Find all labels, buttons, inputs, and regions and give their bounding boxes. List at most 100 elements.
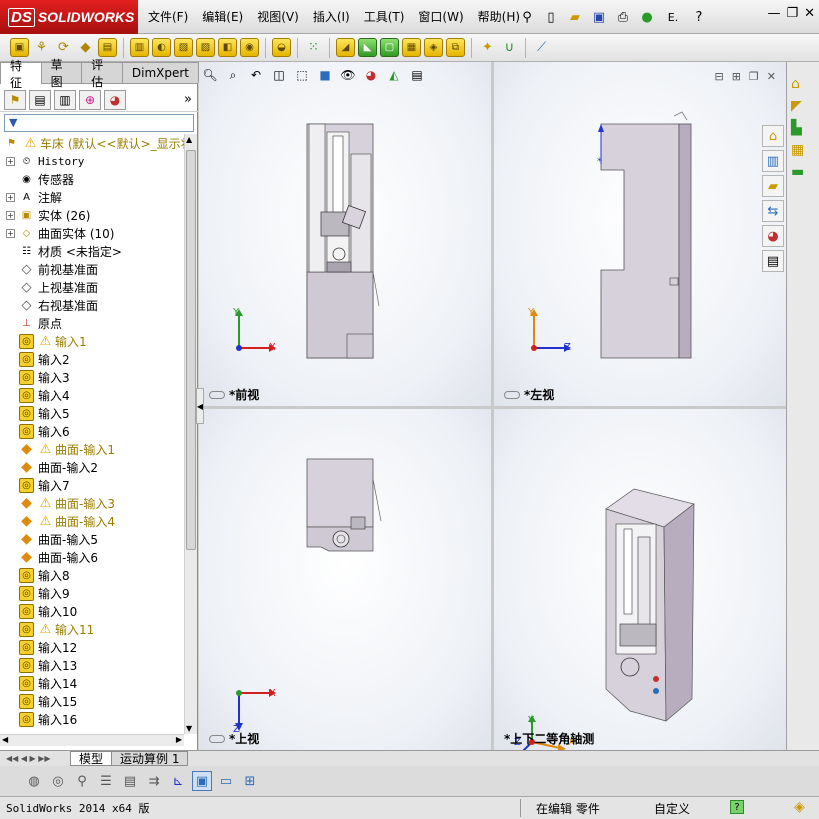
intersect-icon[interactable]: ◈ [424,38,443,57]
tab-nav-arrows[interactable]: ◀◀ ◀ ▶ ▶▶ [0,754,70,763]
wrap-icon[interactable]: ▦ [402,38,421,57]
scroll-down-icon[interactable]: ▼ [186,724,192,733]
mass-properties-icon[interactable]: ◤ [791,98,804,114]
draft-quality-icon[interactable]: ▤ [120,771,140,791]
tree-item[interactable]: ◇ 前视基准面 [0,260,184,278]
tab-evaluate[interactable]: 评估 [81,58,123,89]
tree-item[interactable]: ◇ 上视基准面 [0,278,184,296]
status-help-button[interactable]: ? [730,800,744,814]
menu-tools[interactable]: 工具(T) [364,8,405,25]
property-manager-icon[interactable]: ▤ [29,89,51,110]
sweep-icon[interactable]: ⟳ [54,38,73,57]
view-palette-icon[interactable]: ⇆ [762,200,784,222]
expand-toggle-icon[interactable]: + [6,210,15,220]
tab-motion-study[interactable]: 运动算例 1 [111,751,189,766]
instant3d-icon[interactable]: ⟋ [532,38,551,57]
view-cube-icon[interactable]: ▣ [192,771,212,791]
tree-item[interactable]: ⊥ 原点 [0,314,184,332]
viewport-top[interactable]: X Z *上视 [199,409,491,750]
tree-item[interactable]: ◆ 曲面-输入2 [0,458,184,476]
tree-item[interactable]: ☷ 材质 <未指定> [0,242,184,260]
viewport-splitter-horizontal[interactable] [199,406,786,409]
hidden-lines-icon[interactable]: ⚲ [72,771,92,791]
expand-toggle-icon[interactable]: + [6,156,15,166]
menu-view[interactable]: 视图(V) [257,8,299,25]
print-icon[interactable]: ⎙ [614,8,632,26]
link-views-icon[interactable] [209,390,225,399]
minimize-icon[interactable]: — [767,6,780,21]
reference-geometry-icon[interactable]: ✦ [478,38,497,57]
new-document-icon[interactable]: ▯ [542,8,560,26]
check-icon[interactable]: ▦ [791,142,804,158]
tree-item[interactable]: ◎ 输入4 [0,386,184,404]
more-tabs-icon[interactable]: » [184,92,192,107]
measure-icon[interactable]: ⌂ [791,76,804,92]
tree-root[interactable]: ⚑ ⚠ 车床 (默认<<默认>_显示状 [0,134,184,152]
extruded-cut-icon[interactable]: ▥ [130,38,149,57]
tree-item[interactable]: ◎ 输入5 [0,404,184,422]
axis-display-icon[interactable]: ⊾ [168,771,188,791]
viewport-isometric[interactable]: Y X Z *上下二等角轴测 [494,409,786,750]
draft-icon[interactable]: ◣ [358,38,377,57]
rebuild-icon[interactable]: ● [638,8,656,26]
mirror-icon[interactable]: ⧉ [446,38,465,57]
shaded-edges-icon[interactable]: ◎ [48,771,68,791]
lofted-cut-icon[interactable]: ▨ [196,38,215,57]
layers-icon[interactable]: ▬ [791,164,804,180]
curves-icon[interactable]: ∪ [500,38,519,57]
tree-item[interactable]: ◆ ⚠ 曲面-输入4 [0,512,184,530]
menu-insert[interactable]: 插入(I) [313,8,350,25]
tab-dimxpert[interactable]: DimXpert [121,62,199,83]
restore-icon[interactable]: ❐ [786,6,798,21]
shell-icon[interactable]: ▢ [380,38,399,57]
tree-horizontal-scrollbar[interactable]: ◀ ▶ [0,734,184,746]
tree-item[interactable]: + ⏲ History [0,152,184,170]
pin-icon[interactable]: ⚲ [518,8,536,26]
fillet-icon[interactable]: ◒ [272,38,291,57]
single-view-icon[interactable]: ▭ [216,771,236,791]
tree-item[interactable]: + ▣ 实体 (26) [0,206,184,224]
menu-help[interactable]: 帮助(H) [478,8,520,25]
tree-item[interactable]: ◎ 输入6 [0,422,184,440]
options-button[interactable]: E. [662,8,684,26]
tree-item[interactable]: ◎ 输入9 [0,584,184,602]
four-view-icon[interactable]: ⊞ [240,771,260,791]
hole-wizard-icon[interactable]: ◉ [240,38,259,57]
tree-filter-input[interactable]: ▼ [4,114,194,132]
expand-toggle-icon[interactable]: + [6,192,15,202]
tree-item[interactable]: ◎ ⚠ 输入1 [0,332,184,350]
revolve-boss-icon[interactable]: ⚘ [32,38,51,57]
solidworks-resources-icon[interactable]: ⌂ [762,125,784,147]
wireframe-icon[interactable]: ☰ [96,771,116,791]
status-units[interactable]: 自定义 [654,800,690,817]
viewport-left[interactable]: ⊟ ⊞ ❐ ✕ * Y Z *左视 [494,62,786,406]
linear-pattern-icon[interactable]: ⁙ [304,38,323,57]
display-manager-icon[interactable]: ◕ [104,89,126,110]
boundary-cut-icon[interactable]: ◧ [218,38,237,57]
scroll-left-icon[interactable]: ◀ [2,735,8,744]
link-views-icon[interactable] [504,390,520,399]
tab-sketch[interactable]: 草图 [40,58,83,89]
tree-item[interactable]: ◇ 右视基准面 [0,296,184,314]
dimxpert-manager-icon[interactable]: ⊕ [79,89,101,110]
save-icon[interactable]: ▣ [590,8,608,26]
close-icon[interactable]: ✕ [804,6,815,21]
configuration-manager-icon[interactable]: ▥ [54,89,76,110]
tree-item[interactable]: ◎ 输入15 [0,692,184,710]
solidworks-logo[interactable]: DS SOLIDWORKS [0,0,138,34]
custom-properties-icon[interactable]: ▤ [762,250,784,272]
scroll-right-icon[interactable]: ▶ [176,735,182,744]
tab-model[interactable]: 模型 [70,751,113,766]
tree-item[interactable]: ◉ 传感器 [0,170,184,188]
tree-item[interactable]: ◎ 输入2 [0,350,184,368]
tag-icon[interactable]: ◈ [794,799,805,815]
appearances-icon[interactable]: ◕ [762,225,784,247]
tab-features[interactable]: 特征 [0,59,42,90]
tree-item[interactable]: + A 注解 [0,188,184,206]
tree-item[interactable]: ◆ 曲面-输入5 [0,530,184,548]
menu-window[interactable]: 窗口(W) [418,8,463,25]
expand-toggle-icon[interactable]: + [6,228,15,238]
revolve-cut-icon[interactable]: ◐ [152,38,171,57]
menu-edit[interactable]: 编辑(E) [202,8,243,25]
tree-item[interactable]: ◎ 输入13 [0,656,184,674]
